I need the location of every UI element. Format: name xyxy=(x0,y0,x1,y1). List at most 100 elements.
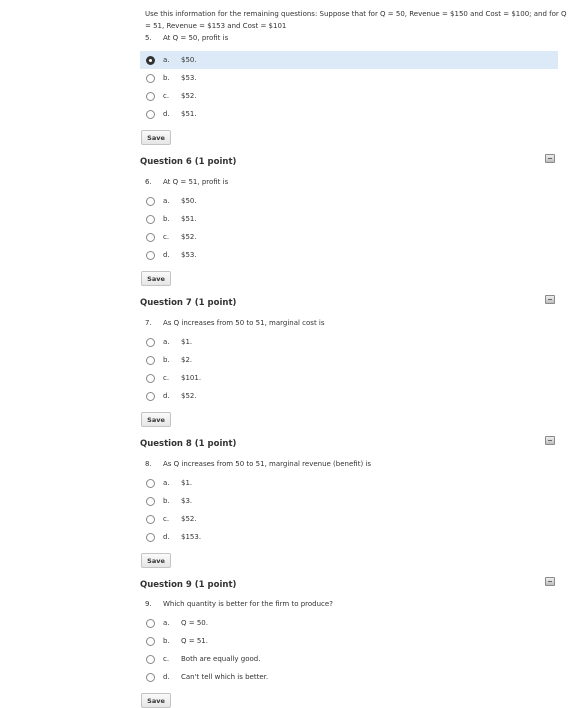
question-text: As Q increases from 50 to 51, marginal c… xyxy=(163,319,325,327)
option-letter: a. xyxy=(163,197,170,205)
flag-icon[interactable] xyxy=(545,436,555,445)
question-6-option-c[interactable]: c. $52. xyxy=(140,228,197,246)
radio-icon[interactable] xyxy=(146,91,155,101)
question-5-option-d[interactable]: d. $51. xyxy=(140,105,197,123)
flag-icon[interactable] xyxy=(545,295,555,304)
radio-icon[interactable] xyxy=(146,532,155,542)
question-9-title: Question 9 (1 point) xyxy=(140,580,237,590)
option-text: $50. xyxy=(181,197,197,205)
question-9-option-c[interactable]: c. Both are equally good. xyxy=(140,650,260,668)
radio-icon[interactable] xyxy=(146,232,155,242)
option-text: $51. xyxy=(181,110,197,118)
option-text: $53. xyxy=(181,74,197,82)
option-text: $3. xyxy=(181,497,193,505)
option-text: $53. xyxy=(181,251,197,259)
option-letter: a. xyxy=(163,56,170,64)
option-letter: a. xyxy=(163,619,170,627)
radio-icon[interactable] xyxy=(146,250,155,260)
question-number: 9. xyxy=(145,600,152,608)
question-text: Which quantity is better for the firm to… xyxy=(163,600,333,608)
question-8-title: Question 8 (1 point) xyxy=(140,439,237,449)
radio-icon[interactable] xyxy=(146,73,155,83)
radio-icon[interactable] xyxy=(146,654,155,664)
radio-icon[interactable] xyxy=(146,109,155,119)
question-5-option-c[interactable]: c. $52. xyxy=(140,87,197,105)
flag-icon[interactable] xyxy=(545,577,555,586)
question-9-option-b[interactable]: b. Q = 51. xyxy=(140,632,208,650)
option-text: $52. xyxy=(181,92,197,100)
question-7-option-c[interactable]: c. $101. xyxy=(140,369,201,387)
option-letter: b. xyxy=(163,497,170,505)
question-9-option-a[interactable]: a. Q = 50. xyxy=(140,614,208,632)
question-6-option-d[interactable]: d. $53. xyxy=(140,246,197,264)
question-7-title: Question 7 (1 point) xyxy=(140,298,237,308)
question-6-option-a[interactable]: a. $50. xyxy=(140,192,197,210)
option-text: Can't tell which is better. xyxy=(181,673,269,681)
question-6-option-b[interactable]: b. $51. xyxy=(140,210,197,228)
option-text: $50. xyxy=(181,56,197,64)
intro-text: Use this information for the remaining q… xyxy=(145,10,567,30)
option-letter: c. xyxy=(163,374,170,382)
question-text: At Q = 50, profit is xyxy=(163,34,229,42)
save-button[interactable]: Save xyxy=(141,553,171,568)
question-8-option-d[interactable]: d. $153. xyxy=(140,528,201,546)
question-5-prompt: 5. At Q = 50, profit is xyxy=(145,34,228,42)
option-letter: b. xyxy=(163,637,170,645)
option-letter: d. xyxy=(163,673,170,681)
option-text: $52. xyxy=(181,515,197,523)
question-5-option-a[interactable]: a. $50. xyxy=(140,51,558,69)
option-text: $153. xyxy=(181,533,202,541)
option-text: $1. xyxy=(181,338,193,346)
option-text: $101. xyxy=(181,374,202,382)
radio-icon[interactable] xyxy=(146,214,155,224)
question-number: 6. xyxy=(145,178,152,186)
question-7-option-a[interactable]: a. $1. xyxy=(140,333,192,351)
radio-icon[interactable] xyxy=(146,636,155,646)
save-button[interactable]: Save xyxy=(141,693,171,708)
save-button[interactable]: Save xyxy=(141,412,171,427)
option-letter: d. xyxy=(163,251,170,259)
question-number: 7. xyxy=(145,319,152,327)
radio-icon[interactable] xyxy=(146,337,155,347)
radio-icon[interactable] xyxy=(146,618,155,628)
option-letter: b. xyxy=(163,215,170,223)
option-letter: c. xyxy=(163,233,170,241)
option-letter: b. xyxy=(163,356,170,364)
option-letter: c. xyxy=(163,515,170,523)
option-letter: a. xyxy=(163,479,170,487)
question-text: At Q = 51, profit is xyxy=(163,178,229,186)
question-8-option-a[interactable]: a. $1. xyxy=(140,474,192,492)
option-text: Both are equally good. xyxy=(181,655,261,663)
flag-icon[interactable] xyxy=(545,154,555,163)
option-letter: b. xyxy=(163,74,170,82)
option-letter: d. xyxy=(163,110,170,118)
save-button[interactable]: Save xyxy=(141,130,171,145)
option-letter: a. xyxy=(163,338,170,346)
question-9-prompt: 9. Which quantity is better for the firm … xyxy=(145,600,333,608)
question-9-option-d[interactable]: d. Can't tell which is better. xyxy=(140,668,268,686)
radio-icon[interactable] xyxy=(146,672,155,682)
radio-icon[interactable] xyxy=(146,478,155,488)
question-7-option-d[interactable]: d. $52. xyxy=(140,387,197,405)
question-8-option-b[interactable]: b. $3. xyxy=(140,492,192,510)
question-7-prompt: 7. As Q increases from 50 to 51, marginal… xyxy=(145,319,325,327)
option-text: $52. xyxy=(181,233,197,241)
radio-icon[interactable] xyxy=(146,391,155,401)
question-8-option-c[interactable]: c. $52. xyxy=(140,510,197,528)
option-letter: d. xyxy=(163,533,170,541)
question-number: 5. xyxy=(145,34,152,42)
radio-selected-icon[interactable] xyxy=(146,55,155,65)
radio-icon[interactable] xyxy=(146,355,155,365)
option-text: $51. xyxy=(181,215,197,223)
question-text: As Q increases from 50 to 51, marginal r… xyxy=(163,460,371,468)
radio-icon[interactable] xyxy=(146,496,155,506)
radio-icon[interactable] xyxy=(146,373,155,383)
option-letter: d. xyxy=(163,392,170,400)
option-letter: c. xyxy=(163,655,170,663)
option-text: $1. xyxy=(181,479,193,487)
radio-icon[interactable] xyxy=(146,196,155,206)
question-7-option-b[interactable]: b. $2. xyxy=(140,351,192,369)
question-5-option-b[interactable]: b. $53. xyxy=(140,69,197,87)
radio-icon[interactable] xyxy=(146,514,155,524)
save-button[interactable]: Save xyxy=(141,271,171,286)
